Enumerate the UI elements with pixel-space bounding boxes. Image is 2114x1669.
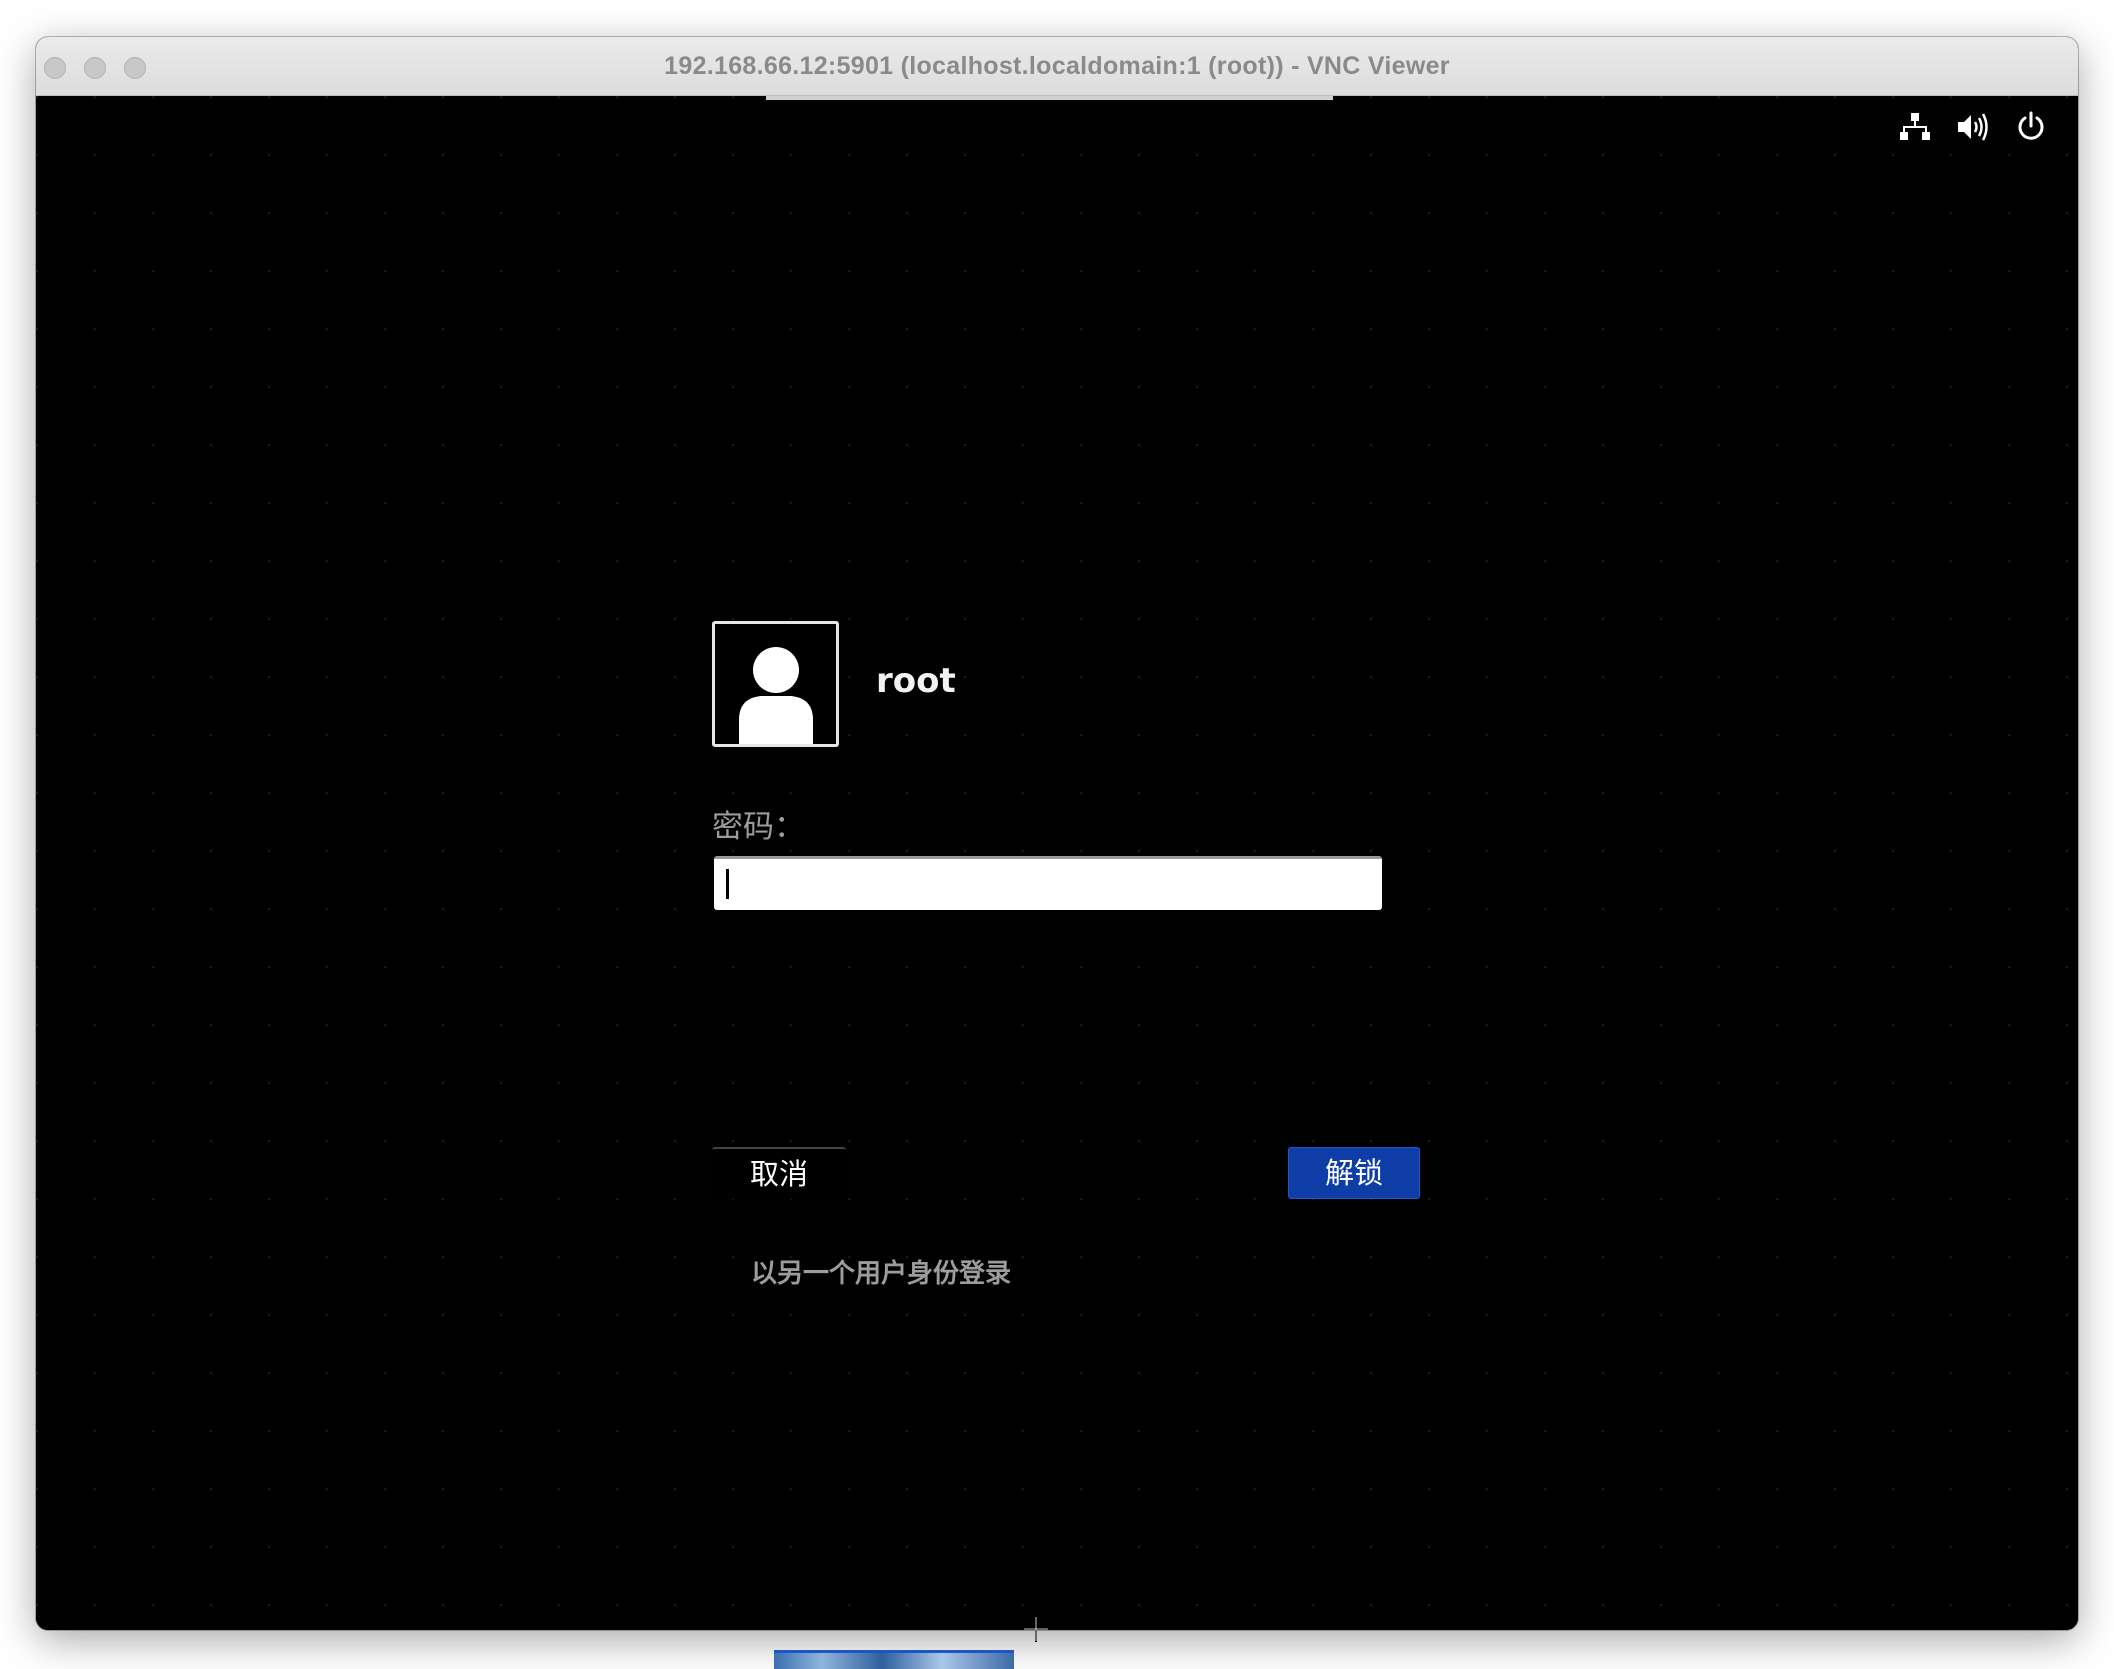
volume-icon[interactable] [1954,108,1992,146]
cancel-button[interactable]: 取消 [712,1147,846,1199]
title-bar[interactable]: 192.168.66.12:5901 (localhost.localdomai… [36,37,2078,96]
user-icon [738,647,813,744]
password-input[interactable] [714,856,1382,910]
dock-thumbnail[interactable] [774,1650,1014,1669]
avatar [712,621,839,747]
crosshair-cursor-icon [1023,1616,1049,1642]
unlock-button[interactable]: 解锁 [1288,1147,1420,1199]
password-label: 密码： [712,809,805,845]
text-cursor [726,869,729,899]
toolbar-reveal-strip[interactable] [766,96,1333,100]
window-title: 192.168.66.12:5901 (localhost.localdomai… [664,52,1450,80]
vnc-viewer-window: 192.168.66.12:5901 (localhost.localdomai… [36,37,2078,1630]
remote-screen[interactable]: root 密码： 取消 解锁 以另一个用户身份登录 [36,96,2078,1630]
power-icon[interactable] [2012,108,2050,146]
username-label: root [876,661,956,701]
login-as-other-user-link[interactable]: 以另一个用户身份登录 [751,1253,1011,1290]
system-status-area [1896,108,2050,146]
network-icon[interactable] [1896,108,1934,146]
